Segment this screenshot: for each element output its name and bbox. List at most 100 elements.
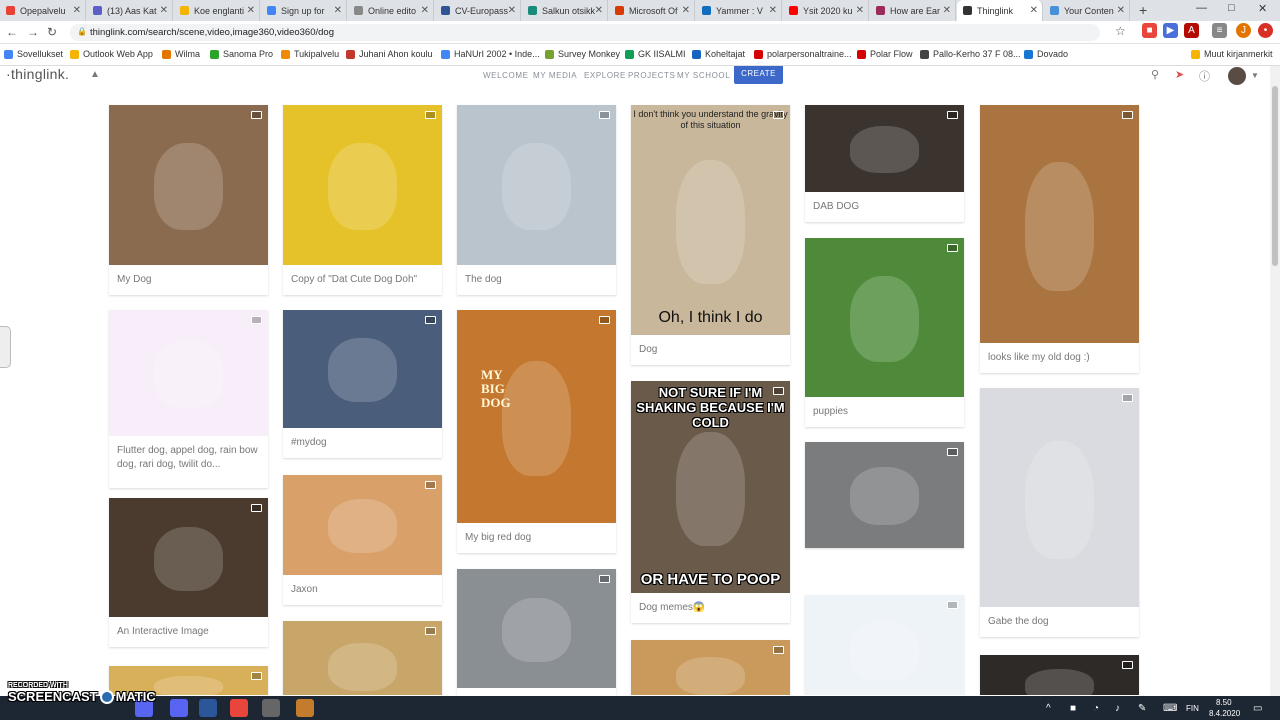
avatar[interactable] — [1228, 67, 1246, 85]
scene-thumbnail[interactable] — [980, 388, 1139, 607]
scene-caption[interactable]: DAB DOG — [805, 192, 964, 222]
battery-icon[interactable]: ■ — [1070, 703, 1076, 714]
scene-thumbnail[interactable] — [980, 655, 1139, 695]
scene-thumbnail[interactable]: NOT SURE IF I'M SHAKING BECAUSE I'M COLD… — [631, 381, 790, 593]
nav-my-media[interactable]: MY MEDIA — [533, 71, 577, 80]
scene-thumbnail[interactable] — [457, 105, 616, 265]
scene-thumbnail[interactable] — [109, 498, 268, 617]
nav-projects[interactable]: PROJECTS — [628, 71, 675, 80]
reload-button[interactable]: ↻ — [47, 25, 57, 39]
scene-caption[interactable]: Gabe the dog — [980, 607, 1139, 637]
extension-icon[interactable]: ▶ — [1163, 23, 1178, 38]
scene-thumbnail[interactable] — [283, 621, 442, 695]
scene-thumbnail[interactable] — [283, 310, 442, 428]
tab-close-icon[interactable]: ✕ — [508, 5, 516, 16]
browser-tab[interactable]: Your Conten ✕ — [1044, 0, 1130, 21]
close-window-button[interactable]: ✕ — [1258, 2, 1267, 15]
scene-caption[interactable]: puppies — [805, 397, 964, 427]
scene-thumbnail[interactable] — [283, 105, 442, 265]
scene-card[interactable] — [805, 442, 964, 548]
scene-thumbnail[interactable] — [805, 442, 964, 548]
clock-date[interactable]: 8.4.2020 — [1209, 709, 1240, 718]
bookmark-item[interactable]: Sanoma Pro — [210, 49, 273, 59]
star-icon[interactable]: ☆ — [1115, 24, 1126, 38]
pdf-icon[interactable]: A — [1184, 23, 1199, 38]
discord-icon[interactable] — [170, 699, 188, 717]
nav-welcome[interactable]: WELCOME — [483, 71, 529, 80]
scene-caption[interactable]: My Dog — [109, 265, 268, 295]
scene-card[interactable]: Flutter dog, appel dog, rain bow dog, ra… — [109, 310, 268, 488]
scene-card[interactable]: Copy of "Dat Cute Dog Doh" — [283, 105, 442, 295]
tab-close-icon[interactable]: ✕ — [856, 5, 864, 16]
tab-close-icon[interactable]: ✕ — [334, 5, 342, 16]
scene-thumbnail[interactable] — [109, 105, 268, 265]
browser-tab[interactable]: Thinglink ✕ — [957, 0, 1043, 21]
tab-close-icon[interactable]: ✕ — [73, 5, 81, 16]
scene-thumbnail[interactable] — [805, 238, 964, 397]
scene-caption[interactable]: Dog — [457, 688, 616, 695]
bookmark-item[interactable]: Survey Monkey — [545, 49, 620, 59]
scene-card[interactable]: #mydog — [283, 310, 442, 458]
scene-card[interactable] — [631, 640, 790, 695]
tab-close-icon[interactable]: ✕ — [943, 5, 951, 16]
browser-tab[interactable]: Microsoft Of ✕ — [609, 0, 695, 21]
profile-icon[interactable]: J — [1236, 23, 1251, 38]
clock-time[interactable]: 8.50 — [1216, 698, 1232, 707]
bookmark-item[interactable]: Outlook Web App — [70, 49, 153, 59]
nav-explore[interactable]: EXPLORE — [584, 71, 626, 80]
scene-caption[interactable]: Jaxon — [283, 575, 442, 605]
scene-card[interactable]: Jaxon — [283, 475, 442, 605]
scene-card[interactable] — [805, 595, 964, 695]
back-button[interactable]: ← — [6, 25, 18, 39]
scene-thumbnail[interactable] — [980, 105, 1139, 343]
url-input[interactable]: 🔒 thinglink.com/search/scene,video,image… — [70, 24, 1100, 41]
notifications-icon[interactable]: ▭ — [1253, 703, 1262, 714]
scene-card[interactable]: DAB DOG — [805, 105, 964, 222]
chrome-icon[interactable] — [230, 699, 248, 717]
scene-card[interactable]: Gabe the dog — [980, 388, 1139, 637]
tab-close-icon[interactable]: ✕ — [160, 5, 168, 16]
extension-icon[interactable]: ■ — [1142, 23, 1157, 38]
browser-tab[interactable]: Online edito ✕ — [348, 0, 434, 21]
scene-card[interactable]: The dog — [457, 105, 616, 295]
browser-tab[interactable]: (13) Aas Kat ✕ — [87, 0, 173, 21]
update-icon[interactable]: • — [1258, 23, 1273, 38]
scene-thumbnail[interactable]: MY BIG DOG — [457, 310, 616, 523]
maximize-window-button[interactable]: □ — [1228, 2, 1235, 14]
scene-card[interactable] — [980, 655, 1139, 695]
minimize-window-button[interactable]: — — [1196, 2, 1207, 14]
reading-list-icon[interactable]: ≡ — [1212, 23, 1227, 38]
bookmark-item[interactable]: Polar Flow — [857, 49, 913, 59]
tab-close-icon[interactable]: ✕ — [769, 5, 777, 16]
bookmark-item[interactable]: Juhani Ahon koulu — [346, 49, 433, 59]
forward-button[interactable]: → — [27, 25, 39, 39]
volume-icon[interactable]: ♪ — [1115, 703, 1120, 714]
scene-card[interactable]: My Dog — [109, 105, 268, 295]
help-icon[interactable]: ⓘ — [1199, 68, 1210, 84]
bell-icon[interactable]: ▲ — [90, 69, 100, 80]
scene-card[interactable] — [283, 621, 442, 695]
tray-chevron-icon[interactable]: ^ — [1046, 703, 1051, 714]
scene-caption[interactable]: Dog memes😱 — [631, 593, 790, 623]
tab-close-icon[interactable]: ✕ — [247, 5, 255, 16]
scene-caption[interactable]: Dog — [631, 335, 790, 365]
scrollbar-thumb[interactable] — [1272, 86, 1278, 266]
bookmark-item[interactable]: Tukipalvelu — [281, 49, 339, 59]
bookmark-item[interactable]: polarpersonaltraine... — [754, 49, 852, 59]
pen-icon[interactable]: ✎ — [1138, 703, 1146, 714]
side-handle[interactable] — [0, 326, 11, 368]
scene-thumbnail[interactable] — [109, 310, 268, 436]
tab-close-icon[interactable]: ✕ — [595, 5, 603, 16]
rocket-icon[interactable]: ➤ — [1175, 68, 1184, 81]
browser-tab[interactable]: Ysit 2020 ku ✕ — [783, 0, 869, 21]
scene-card[interactable]: puppies — [805, 238, 964, 427]
browser-tab[interactable]: Sign up for ✕ — [261, 0, 347, 21]
scene-caption[interactable]: Flutter dog, appel dog, rain bow dog, ra… — [109, 436, 268, 488]
scene-thumbnail[interactable] — [283, 475, 442, 575]
nav-my-school[interactable]: MY SCHOOL — [677, 71, 730, 80]
bookmark-item[interactable]: Koheltajat — [692, 49, 745, 59]
tab-close-icon[interactable]: ✕ — [682, 5, 690, 16]
scene-card[interactable]: An Interactive Image — [109, 498, 268, 647]
scene-thumbnail[interactable] — [805, 105, 964, 192]
scene-card[interactable]: I don't think you understand the gravity… — [631, 105, 790, 365]
